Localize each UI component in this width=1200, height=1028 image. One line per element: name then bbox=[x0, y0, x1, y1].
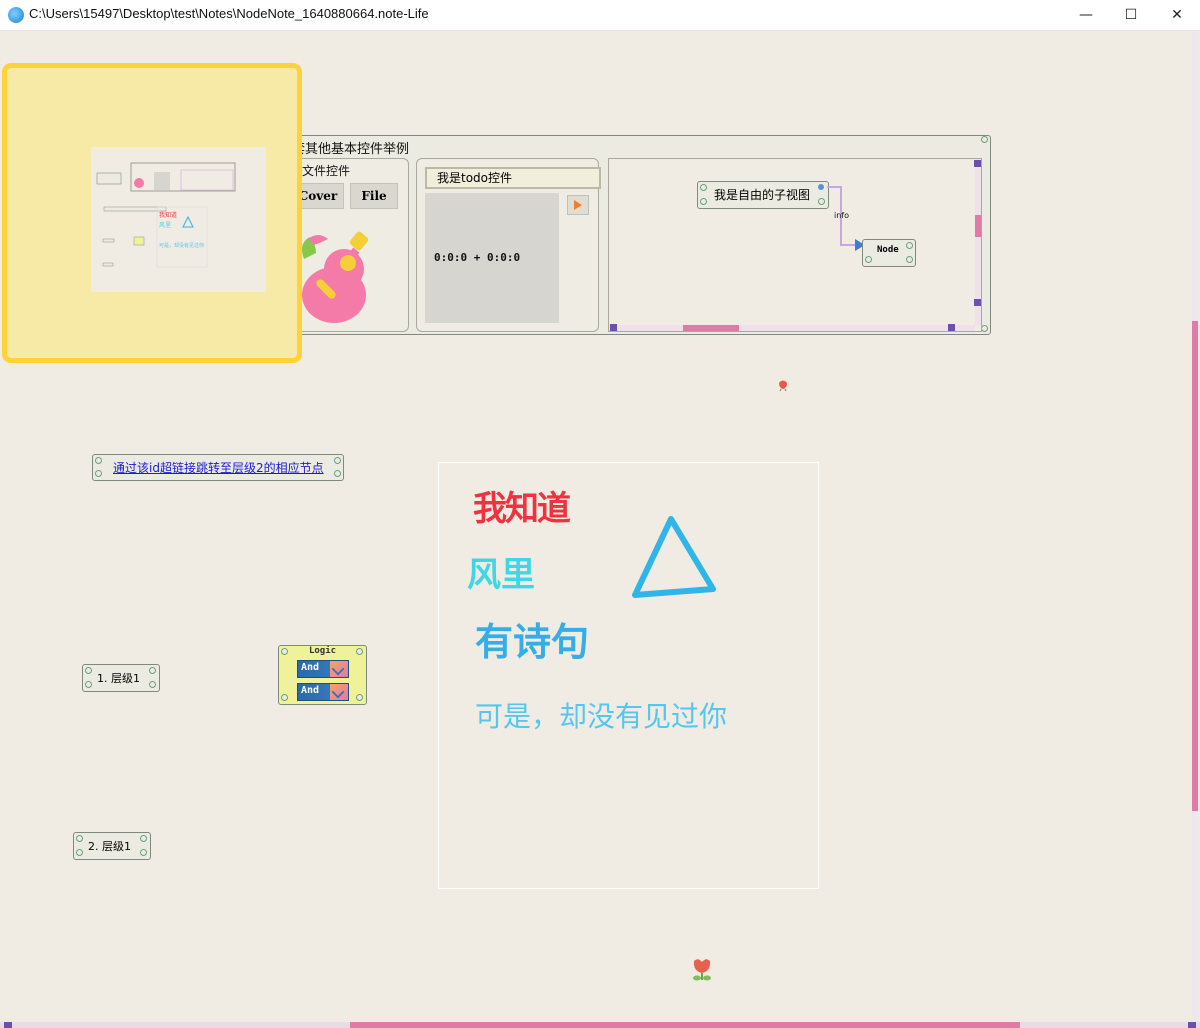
play-icon bbox=[574, 200, 582, 210]
svg-text:可是，却没有见过你: 可是，却没有见过你 bbox=[159, 242, 204, 249]
port-icon[interactable] bbox=[85, 667, 92, 674]
scroll-arrow-icon[interactable] bbox=[4, 1022, 12, 1028]
minimap[interactable]: 我知道 风里 可是，却没有见过你 bbox=[2, 63, 302, 363]
port-icon[interactable] bbox=[76, 849, 83, 856]
drawing-area[interactable]: 我知道 风里 有诗句 可是，却没有见过你 bbox=[438, 462, 819, 889]
window-titlebar: C:\Users\15497\Desktop\test\Notes\NodeNo… bbox=[0, 0, 1200, 31]
scroll-arrow-icon[interactable] bbox=[974, 299, 981, 306]
minimap-viewport[interactable]: 我知道 风里 可是，却没有见过你 bbox=[91, 147, 266, 292]
flower-icon bbox=[779, 380, 787, 392]
target-node-label: Node bbox=[877, 245, 899, 255]
subview-panel[interactable]: 我是自由的子视图 info Node bbox=[608, 158, 982, 332]
guitar-cover-image bbox=[302, 231, 369, 323]
port-icon[interactable] bbox=[356, 694, 363, 701]
canvas-vscroll-thumb[interactable] bbox=[1192, 321, 1198, 811]
port-icon[interactable] bbox=[140, 835, 147, 842]
handwriting-line-1: 我知道 bbox=[473, 489, 571, 529]
hyperlink-text[interactable]: 通过该id超链接跳转至层级2的相应节点 bbox=[113, 459, 324, 476]
scroll-arrow-icon[interactable] bbox=[974, 160, 981, 167]
todo-widget-panel: 我是todo控件 0:0:0 + 0:0:0 bbox=[416, 158, 601, 332]
hyperlink-node[interactable]: 通过该id超链接跳转至层级2的相应节点 bbox=[92, 454, 344, 481]
dropdown-icon[interactable] bbox=[330, 661, 348, 677]
close-button[interactable]: ✕ bbox=[1154, 0, 1200, 30]
svg-text:风里: 风里 bbox=[159, 222, 171, 229]
canvas-hscroll-thumb[interactable] bbox=[350, 1022, 1020, 1028]
logic-select-2[interactable]: And bbox=[297, 683, 349, 701]
handwriting-line-2: 风里 bbox=[467, 555, 535, 595]
maximize-button[interactable]: ☐ bbox=[1108, 0, 1154, 30]
group-node[interactable]: 套其他基本控件举例 暑文件控件 Cover File 我是todo控件 0:0:… bbox=[266, 135, 991, 335]
group-title: 套其他基本控件举例 bbox=[292, 142, 410, 157]
group-port-tr[interactable] bbox=[981, 136, 988, 143]
port-icon[interactable] bbox=[906, 242, 913, 249]
edge-label: info bbox=[834, 211, 850, 220]
subview-vscroll-thumb[interactable] bbox=[975, 215, 981, 237]
canvas-vscroll[interactable] bbox=[1192, 31, 1198, 1021]
minimap-thumbnail: 我知道 风里 可是，却没有见过你 bbox=[96, 162, 236, 268]
file-button[interactable]: File bbox=[350, 183, 398, 209]
minimize-button[interactable]: — bbox=[1063, 0, 1109, 30]
port-icon[interactable] bbox=[906, 256, 913, 263]
scroll-arrow-icon[interactable] bbox=[948, 324, 955, 331]
logic-title: Logic bbox=[308, 646, 337, 656]
port-icon[interactable] bbox=[334, 457, 341, 464]
logic-select-1[interactable]: And bbox=[297, 660, 349, 678]
port-icon[interactable] bbox=[95, 457, 102, 464]
subview-target-node[interactable]: Node bbox=[862, 239, 916, 267]
level-node-1-label: 1. 层级1 bbox=[97, 672, 140, 685]
scroll-arrow-icon[interactable] bbox=[1188, 1022, 1196, 1028]
port-icon[interactable] bbox=[334, 470, 341, 477]
logic-node[interactable]: Logic And And bbox=[278, 645, 367, 705]
todo-timer: 0:0:0 + 0:0:0 bbox=[434, 251, 521, 264]
group-port-br[interactable] bbox=[981, 325, 988, 332]
node-canvas[interactable]: 套其他基本控件举例 暑文件控件 Cover File 我是todo控件 0:0:… bbox=[0, 31, 1190, 1021]
window-title: C:\Users\15497\Desktop\test\Notes\NodeNo… bbox=[29, 6, 429, 21]
triangle-drawing bbox=[632, 516, 716, 598]
subview-hscroll-thumb[interactable] bbox=[683, 325, 739, 331]
subview-hscroll[interactable] bbox=[609, 325, 975, 331]
svg-text:我知道: 我知道 bbox=[159, 211, 177, 219]
canvas-hscroll[interactable] bbox=[0, 1022, 1200, 1028]
todo-title-field[interactable]: 我是todo控件 bbox=[425, 167, 601, 189]
logic-select-2-label: And bbox=[301, 685, 320, 696]
port-icon[interactable] bbox=[281, 694, 288, 701]
port-icon[interactable] bbox=[95, 470, 102, 477]
logic-select-1-label: And bbox=[301, 662, 320, 673]
todo-play-button[interactable] bbox=[567, 195, 589, 215]
scroll-arrow-icon[interactable] bbox=[610, 324, 617, 331]
handwriting-line-3: 有诗句 bbox=[475, 620, 590, 664]
subview-edge bbox=[827, 186, 865, 251]
port-icon[interactable] bbox=[85, 681, 92, 688]
handwriting-line-4: 可是，却没有见过你 bbox=[475, 700, 728, 733]
tulip-icon bbox=[693, 959, 711, 981]
level-node-2-label: 2. 层级1 bbox=[88, 840, 131, 853]
level-node-1[interactable]: 1. 层级1 bbox=[82, 664, 160, 692]
port-icon[interactable] bbox=[76, 835, 83, 842]
port-icon[interactable] bbox=[865, 256, 872, 263]
todo-timer-area: 0:0:0 + 0:0:0 bbox=[425, 193, 559, 323]
level-node-2[interactable]: 2. 层级1 bbox=[73, 832, 151, 860]
dropdown-icon[interactable] bbox=[330, 684, 348, 700]
app-icon bbox=[8, 7, 24, 23]
port-icon[interactable] bbox=[149, 681, 156, 688]
port-icon[interactable] bbox=[149, 667, 156, 674]
port-icon[interactable] bbox=[140, 849, 147, 856]
